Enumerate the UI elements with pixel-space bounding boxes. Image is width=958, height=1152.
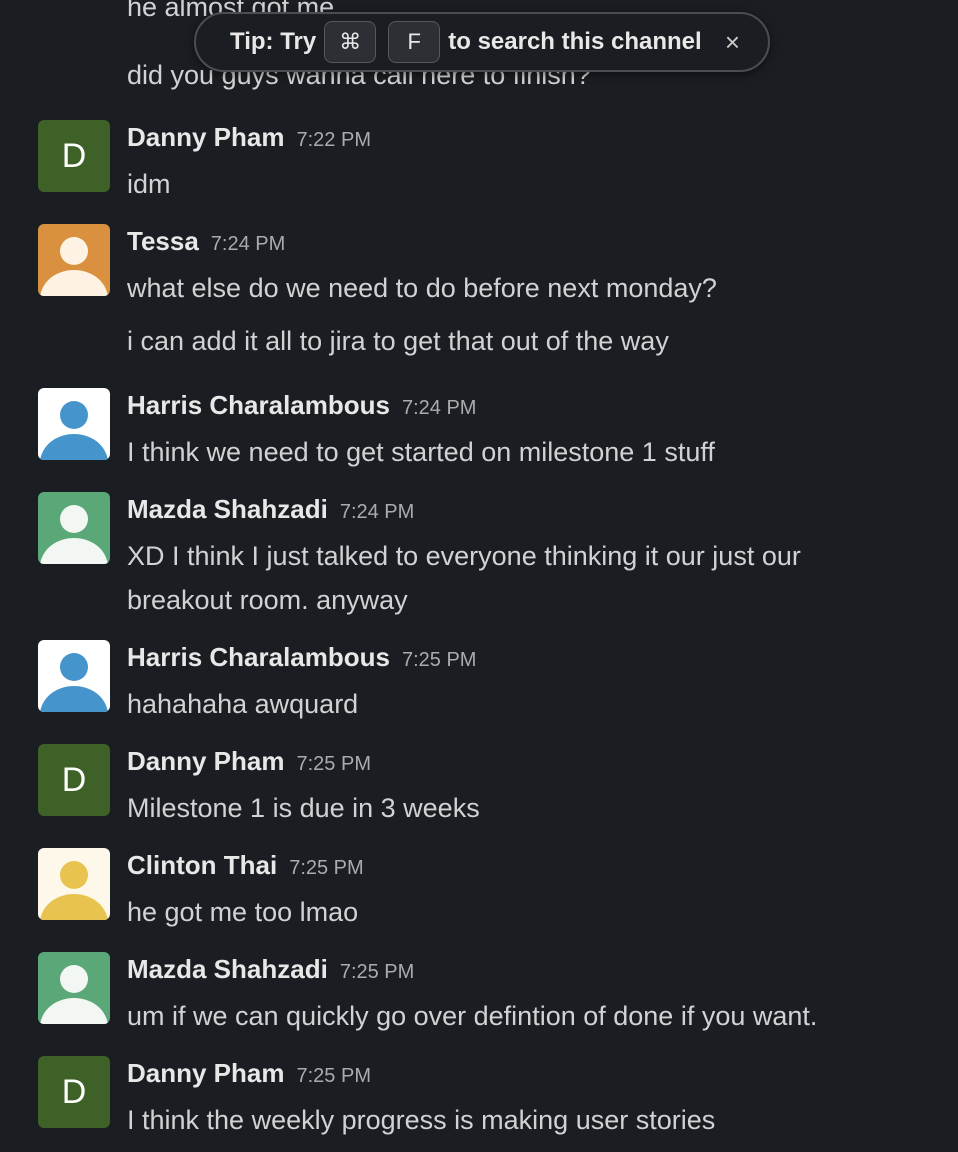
avatar[interactable]: [38, 848, 110, 920]
avatar[interactable]: [38, 388, 110, 460]
search-tip-banner: Tip: Try ⌘ F to search this channel ×: [194, 12, 770, 72]
avatar[interactable]: D: [38, 744, 110, 816]
message-text: I think the weekly progress is making us…: [127, 1105, 716, 1135]
avatar[interactable]: [38, 224, 110, 296]
message-text: idm: [127, 169, 171, 199]
tip-suffix: to search this channel: [448, 28, 702, 55]
message-header: Harris Charalambous 7:24 PM: [127, 390, 476, 421]
message-text: breakout room. anyway: [127, 585, 408, 615]
close-icon[interactable]: ×: [725, 28, 740, 56]
message-header: Mazda Shahzadi 7:24 PM: [127, 494, 414, 525]
author-name[interactable]: Harris Charalambous: [127, 390, 390, 420]
message-header: Harris Charalambous 7:25 PM: [127, 642, 476, 673]
timestamp[interactable]: 7:22 PM: [297, 129, 371, 151]
f-key: F: [388, 21, 441, 63]
author-name[interactable]: Mazda Shahzadi: [127, 954, 328, 984]
message-header: Danny Pham 7:22 PM: [127, 122, 371, 153]
message-text: i can add it all to jira to get that out…: [127, 326, 669, 356]
timestamp[interactable]: 7:24 PM: [340, 501, 414, 523]
user-silhouette-icon: [38, 492, 110, 564]
timestamp[interactable]: 7:25 PM: [297, 1065, 371, 1087]
timestamp[interactable]: 7:25 PM: [340, 961, 414, 983]
user-silhouette-icon: [38, 952, 110, 1024]
author-name[interactable]: Danny Pham: [127, 1058, 285, 1088]
message-text: hahahaha awquard: [127, 689, 359, 719]
user-silhouette-icon: [38, 640, 110, 712]
timestamp[interactable]: 7:25 PM: [297, 753, 371, 775]
avatar[interactable]: [38, 492, 110, 564]
avatar[interactable]: [38, 952, 110, 1024]
avatar[interactable]: [38, 640, 110, 712]
author-name[interactable]: Danny Pham: [127, 122, 285, 152]
user-silhouette-icon: [38, 848, 110, 920]
message-text: what else do we need to do before next m…: [127, 273, 717, 303]
author-name[interactable]: Harris Charalambous: [127, 642, 390, 672]
message-feed: he almost got me did you guys wanna call…: [0, 0, 958, 1152]
timestamp[interactable]: 7:25 PM: [289, 857, 363, 879]
author-name[interactable]: Danny Pham: [127, 746, 285, 776]
timestamp[interactable]: 7:24 PM: [402, 397, 476, 419]
message-header: Danny Pham 7:25 PM: [127, 1058, 371, 1089]
command-key-icon: ⌘: [324, 21, 377, 63]
user-silhouette-icon: [38, 224, 110, 296]
avatar[interactable]: D: [38, 120, 110, 192]
timestamp[interactable]: 7:25 PM: [402, 649, 476, 671]
message-text: he got me too lmao: [127, 897, 359, 927]
avatar[interactable]: D: [38, 1056, 110, 1128]
message-text: Milestone 1 is due in 3 weeks: [127, 793, 480, 823]
message-text: um if we can quickly go over defintion o…: [127, 1001, 818, 1031]
author-name[interactable]: Clinton Thai: [127, 850, 277, 880]
timestamp[interactable]: 7:24 PM: [211, 233, 285, 255]
author-name[interactable]: Mazda Shahzadi: [127, 494, 328, 524]
message-header: Mazda Shahzadi 7:25 PM: [127, 954, 414, 985]
message-text: I think we need to get started on milest…: [127, 437, 715, 467]
message-header: Clinton Thai 7:25 PM: [127, 850, 364, 881]
user-silhouette-icon: [38, 388, 110, 460]
message-text: XD I think I just talked to everyone thi…: [127, 541, 801, 571]
tip-prefix: Tip: Try: [230, 28, 317, 55]
message-header: Danny Pham 7:25 PM: [127, 746, 371, 777]
message-header: Tessa 7:24 PM: [127, 226, 285, 257]
author-name[interactable]: Tessa: [127, 226, 199, 256]
